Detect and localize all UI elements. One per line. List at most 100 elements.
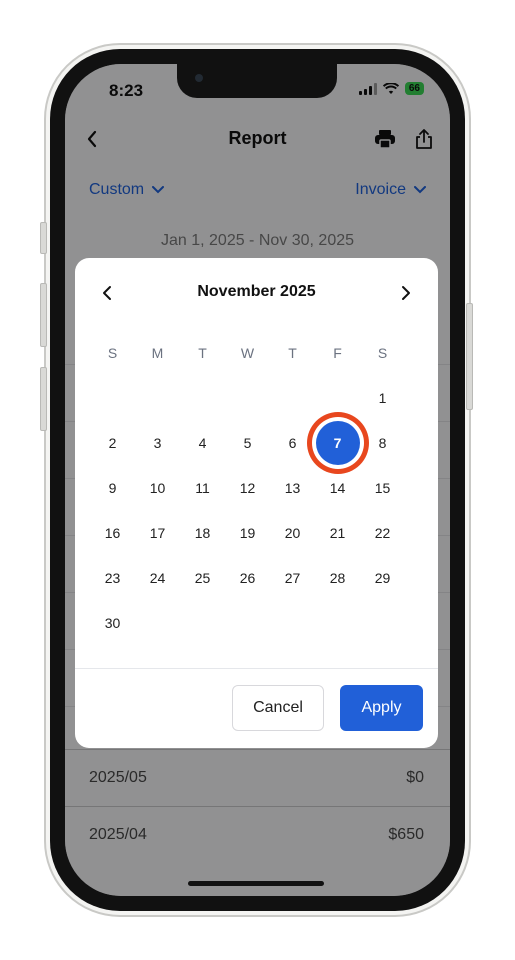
- calendar-day[interactable]: 10: [135, 465, 180, 510]
- calendar-empty-cell: [360, 600, 405, 645]
- screen: 8:23 66 Report Custom Invoice Jan 1, 202…: [65, 64, 450, 896]
- volume-up-button: [40, 283, 47, 347]
- dynamic-notch: [177, 64, 337, 98]
- calendar-day-number: 12: [239, 479, 256, 496]
- calendar-days: 1 2 3 4 5 6 7 8 9 10 11 12 13 14 15 16 17 18 19 20 21 22 23 24 2…: [90, 375, 426, 645]
- volume-down-button: [40, 367, 47, 431]
- calendar-day[interactable]: 2: [90, 420, 135, 465]
- calendar-grid: S M T W T F S 1 2 3 4 5 6 7 8 9 10 11 12 13 14 15 16 17 1…: [90, 330, 426, 645]
- calendar-day[interactable]: 28: [315, 555, 360, 600]
- apply-button[interactable]: Apply: [340, 685, 423, 731]
- calendar-day-number: 5: [243, 434, 252, 451]
- calendar-day-number: 17: [149, 524, 166, 541]
- calendar-day-number: 28: [329, 569, 346, 586]
- calendar-day-number: 18: [194, 524, 211, 541]
- calendar-day[interactable]: 13: [270, 465, 315, 510]
- calendar-empty-cell: [180, 600, 225, 645]
- power-button: [466, 303, 473, 410]
- calendar-day[interactable]: 29: [360, 555, 405, 600]
- calendar-week: 2 3 4 5 6 7 8: [90, 420, 426, 465]
- calendar-day-number: 8: [378, 434, 387, 451]
- calendar-day-number: 11: [195, 479, 210, 496]
- calendar-day-number: 2: [108, 434, 117, 451]
- calendar-day-number: 6: [288, 434, 297, 451]
- calendar-day-number: 9: [108, 479, 117, 496]
- calendar-week: 30: [90, 600, 426, 645]
- calendar-empty-cell: [90, 375, 135, 420]
- calendar-empty-cell: [135, 375, 180, 420]
- calendar-day[interactable]: 5: [225, 420, 270, 465]
- calendar-day[interactable]: 20: [270, 510, 315, 555]
- chevron-right-icon: [402, 286, 410, 300]
- calendar-week: 9 10 11 12 13 14 15: [90, 465, 426, 510]
- calendar-empty-cell: [315, 375, 360, 420]
- table-row[interactable]: 2025/04 $650: [65, 806, 450, 863]
- calendar-day-number: 30: [104, 614, 121, 631]
- calendar-day[interactable]: 19: [225, 510, 270, 555]
- home-indicator: [188, 881, 324, 886]
- calendar-empty-cell: [180, 375, 225, 420]
- row-amount: $650: [388, 826, 424, 843]
- calendar-day-number: 22: [374, 524, 391, 541]
- calendar-day-number: 3: [153, 434, 162, 451]
- silent-switch: [40, 222, 47, 254]
- report-screen: 8:23 66 Report Custom Invoice Jan 1, 202…: [65, 64, 450, 896]
- calendar-day-number: 16: [104, 524, 121, 541]
- calendar-day[interactable]: 26: [225, 555, 270, 600]
- calendar-day-number: 13: [284, 479, 301, 496]
- calendar-day-number: 23: [104, 569, 121, 586]
- calendar-empty-cell: [315, 600, 360, 645]
- calendar-day[interactable]: 22: [360, 510, 405, 555]
- calendar-day[interactable]: 1: [360, 375, 405, 420]
- calendar-day-number: 19: [239, 524, 256, 541]
- next-month-button[interactable]: [395, 282, 417, 304]
- calendar-day[interactable]: 30: [90, 600, 135, 645]
- calendar-day[interactable]: 24: [135, 555, 180, 600]
- calendar-day-number: 1: [378, 389, 387, 406]
- calendar-day[interactable]: 11: [180, 465, 225, 510]
- weekday-header: S M T W T F S: [90, 330, 426, 375]
- calendar-day-number: 26: [239, 569, 256, 586]
- calendar-day[interactable]: 14: [315, 465, 360, 510]
- calendar-day-number: 7: [315, 420, 360, 465]
- calendar-day-number: 4: [198, 434, 207, 451]
- row-period: 2025/05: [89, 769, 147, 786]
- month-title: November 2025: [197, 283, 316, 300]
- weekday-label: T: [198, 344, 207, 361]
- calendar-empty-cell: [135, 600, 180, 645]
- calendar-day[interactable]: 15: [360, 465, 405, 510]
- date-picker-dialog: November 2025 S M T W T F S 1 2 3 4 5 6 7 8 9 10 1…: [75, 258, 438, 748]
- calendar-day[interactable]: 25: [180, 555, 225, 600]
- calendar-week: 16 17 18 19 20 21 22: [90, 510, 426, 555]
- calendar-empty-cell: [270, 600, 315, 645]
- calendar-day[interactable]: 21: [315, 510, 360, 555]
- calendar-day-number: 21: [329, 524, 346, 541]
- cancel-button[interactable]: Cancel: [232, 685, 324, 731]
- calendar-day[interactable]: 9: [90, 465, 135, 510]
- calendar-day[interactable]: 3: [135, 420, 180, 465]
- calendar-day-selected[interactable]: 7: [315, 420, 360, 465]
- calendar-day-number: 14: [329, 479, 346, 496]
- calendar-day-number: 15: [374, 479, 391, 496]
- calendar-day[interactable]: 12: [225, 465, 270, 510]
- month-navigation: November 2025: [75, 280, 438, 306]
- calendar-week: 1: [90, 375, 426, 420]
- calendar-day[interactable]: 17: [135, 510, 180, 555]
- table-row[interactable]: 2025/05 $0: [65, 749, 450, 806]
- calendar-empty-cell: [225, 600, 270, 645]
- calendar-day-number: 29: [374, 569, 391, 586]
- row-amount: $0: [406, 769, 424, 786]
- calendar-day-number: 25: [194, 569, 211, 586]
- camera-icon: [195, 74, 203, 82]
- row-period: 2025/04: [89, 826, 147, 843]
- weekday-label: S: [107, 344, 118, 361]
- calendar-day[interactable]: 16: [90, 510, 135, 555]
- calendar-day[interactable]: 6: [270, 420, 315, 465]
- calendar-day-number: 27: [284, 569, 301, 586]
- calendar-week: 23 24 25 26 27 28 29: [90, 555, 426, 600]
- calendar-day[interactable]: 27: [270, 555, 315, 600]
- calendar-day[interactable]: 4: [180, 420, 225, 465]
- calendar-day[interactable]: 18: [180, 510, 225, 555]
- calendar-day[interactable]: 23: [90, 555, 135, 600]
- calendar-day[interactable]: 8: [360, 420, 405, 465]
